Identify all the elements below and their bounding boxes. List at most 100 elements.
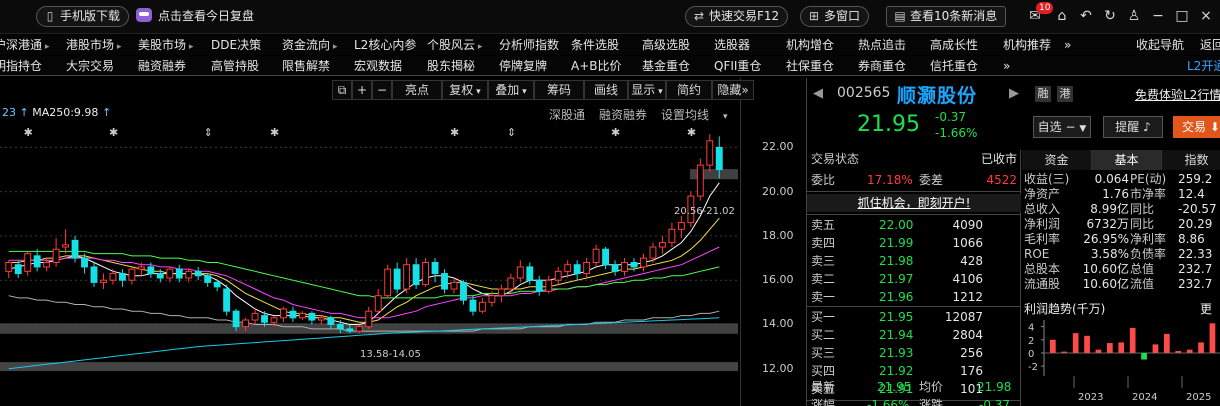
- back-icon[interactable]: ↶: [1076, 6, 1096, 26]
- metric-label: 净资产: [1024, 187, 1061, 201]
- menu-item[interactable]: 返回: [1200, 35, 1220, 55]
- chart-tool-button[interactable]: 显示 ▾: [628, 80, 666, 100]
- ask-level-row[interactable]: 卖二 21.97 4106: [807, 270, 1021, 288]
- ask-level-row[interactable]: 卖三 21.98 428: [807, 252, 1021, 270]
- chart-tool-button[interactable]: 叠加 ▾: [488, 80, 534, 100]
- chart-tool-button[interactable]: 画线: [584, 80, 628, 100]
- bid-level-row[interactable]: 买二 21.94 2804: [807, 326, 1021, 344]
- menu-item[interactable]: 个股风云: [427, 35, 482, 55]
- fundamental-tab[interactable]: 资金: [1022, 150, 1092, 170]
- maximize-icon[interactable]: □: [1172, 6, 1192, 26]
- trade-button[interactable]: 交易 ⬇: [1173, 116, 1220, 138]
- ask-level-row[interactable]: 卖五 22.00 4090: [807, 216, 1021, 234]
- menu-item[interactable]: 宏观数据: [354, 56, 402, 76]
- chart-tool-button[interactable]: 简约: [666, 80, 712, 100]
- chart-tool-button[interactable]: 亮点: [392, 80, 442, 100]
- refresh-icon[interactable]: ↻: [1100, 6, 1120, 26]
- skin-icon[interactable]: ♙: [1124, 6, 1144, 26]
- menu-item[interactable]: 社保重仓: [786, 56, 834, 76]
- kline-chart-panel[interactable]: ✱ ✱ ⇕ ✱ ✱ ⇕ ✱ ✱ 22.00 20.00 18.00 16.00 14.00 12.00 …: [0, 78, 803, 406]
- menu-item[interactable]: »: [1064, 35, 1071, 55]
- avg-label: 均价: [919, 380, 944, 394]
- profit-more-link[interactable]: 更: [1200, 300, 1212, 317]
- event-marker[interactable]: ✱: [687, 126, 696, 139]
- alert-button[interactable]: 提醒 ♪: [1103, 116, 1163, 138]
- menu-item[interactable]: 明指持仓: [0, 56, 42, 76]
- candle-body: [621, 261, 628, 272]
- bid-level-row[interactable]: 买一 21.95 12087: [807, 308, 1021, 326]
- chart-tool-button[interactable]: 筹码: [534, 80, 584, 100]
- menu-item[interactable]: 收起导航: [1136, 35, 1184, 55]
- chart-tool-button[interactable]: +: [352, 80, 372, 100]
- ask-level-row[interactable]: 卖四 21.99 1066: [807, 234, 1021, 252]
- menu-item[interactable]: 券商重仓: [858, 56, 906, 76]
- phone-icon: ▯: [46, 9, 54, 23]
- minimize-icon[interactable]: −: [1148, 6, 1168, 26]
- chart-tool-button[interactable]: −: [372, 80, 392, 100]
- event-marker[interactable]: ✱: [270, 126, 279, 139]
- menu-item[interactable]: QFII重仓: [714, 56, 761, 76]
- next-stock-icon[interactable]: ▶: [1009, 86, 1019, 101]
- quick-trade-button[interactable]: ⇄ 快速交易F12: [685, 6, 789, 27]
- prev-stock-icon[interactable]: ◀: [813, 86, 823, 101]
- event-marker[interactable]: ⇕: [204, 126, 213, 139]
- menu-item[interactable]: 机构推荐: [1003, 35, 1051, 55]
- menu-item[interactable]: 高级选股: [642, 35, 690, 55]
- menu-item[interactable]: 沪深港通: [0, 35, 49, 55]
- news-button[interactable]: ▤ 查看10条新消息: [886, 6, 1007, 27]
- l2-trial-link[interactable]: 免费体验L2行情: [1135, 86, 1220, 103]
- menu-item[interactable]: 机构增仓: [786, 35, 834, 55]
- menu-item[interactable]: 大宗交易: [66, 56, 114, 76]
- metric-value: 22.33: [1178, 247, 1213, 261]
- menu-item[interactable]: 选股器: [714, 35, 750, 55]
- replay-link[interactable]: 点击查看今日复盘: [136, 6, 254, 27]
- fundamental-tab[interactable]: 指数: [1162, 150, 1220, 170]
- profit-bar: [1118, 342, 1125, 353]
- menu-item[interactable]: 限售解禁: [282, 56, 330, 76]
- event-marker[interactable]: ✱: [450, 126, 459, 139]
- menu-item[interactable]: 港股市场: [66, 35, 121, 55]
- multi-window-button[interactable]: ⊞ 多窗口: [800, 6, 870, 27]
- home-icon[interactable]: ⌂: [1052, 6, 1072, 26]
- watchlist-button[interactable]: 自选 − ▼: [1033, 116, 1091, 138]
- event-marker[interactable]: ✱: [109, 126, 118, 139]
- chart-tool-label: +: [356, 83, 368, 97]
- menu-item[interactable]: 分析师指数: [499, 35, 559, 55]
- menu-item[interactable]: 停牌复牌: [499, 56, 547, 76]
- chart-subtab[interactable]: 设置均线: [661, 108, 709, 122]
- event-marker[interactable]: ✱: [611, 126, 620, 139]
- candle-body: [630, 261, 638, 268]
- menu-item[interactable]: 基金重仓: [642, 56, 690, 76]
- menu-item[interactable]: A+B比价: [571, 56, 622, 76]
- menu-item[interactable]: 资金流向: [282, 35, 337, 55]
- ask-level-row[interactable]: 卖一 21.96 1212: [807, 288, 1021, 306]
- menu-item[interactable]: 股东揭秘: [427, 56, 475, 76]
- menu-item[interactable]: L2核心内参: [354, 35, 416, 55]
- fundamental-tab[interactable]: 基本: [1092, 150, 1162, 170]
- chart-subtab[interactable]: 深股通: [549, 108, 585, 122]
- menu-item[interactable]: 融资融券: [138, 56, 186, 76]
- menu-item[interactable]: 高成长性: [930, 35, 978, 55]
- menu-item[interactable]: 美股市场: [138, 35, 193, 55]
- layout-icon[interactable]: ⧉: [332, 80, 352, 100]
- margin-tag[interactable]: 融: [1035, 86, 1051, 102]
- chart-tool-button[interactable]: 复权 ▾: [442, 80, 488, 100]
- event-marker[interactable]: ⇕: [507, 126, 516, 139]
- event-marker[interactable]: ✱: [24, 126, 33, 139]
- menu-item[interactable]: 信托重仓: [930, 56, 978, 76]
- chart-subtab[interactable]: 融资融券: [599, 108, 647, 122]
- menu-item[interactable]: 热点追击: [858, 35, 906, 55]
- close-icon[interactable]: ×: [1196, 6, 1216, 26]
- bid-level-row[interactable]: 买三 21.93 256: [807, 344, 1021, 362]
- mobile-download-button[interactable]: ▯ 手机版下载: [36, 6, 130, 27]
- open-account-banner[interactable]: 抓住机会，即刻开户!: [807, 194, 1021, 212]
- menu-item[interactable]: 条件选股: [571, 35, 619, 55]
- hk-connect-tag[interactable]: 港: [1057, 86, 1073, 102]
- menu-item[interactable]: »: [1003, 56, 1010, 76]
- menu-item[interactable]: L2开通: [1187, 56, 1220, 76]
- chart-tool-button[interactable]: 隐藏»: [712, 80, 754, 100]
- menu-item[interactable]: 高管持股: [211, 56, 259, 76]
- candle-body: [658, 242, 666, 248]
- menu-item[interactable]: DDE决策: [211, 35, 261, 55]
- ratio-label: 委比: [811, 173, 836, 187]
